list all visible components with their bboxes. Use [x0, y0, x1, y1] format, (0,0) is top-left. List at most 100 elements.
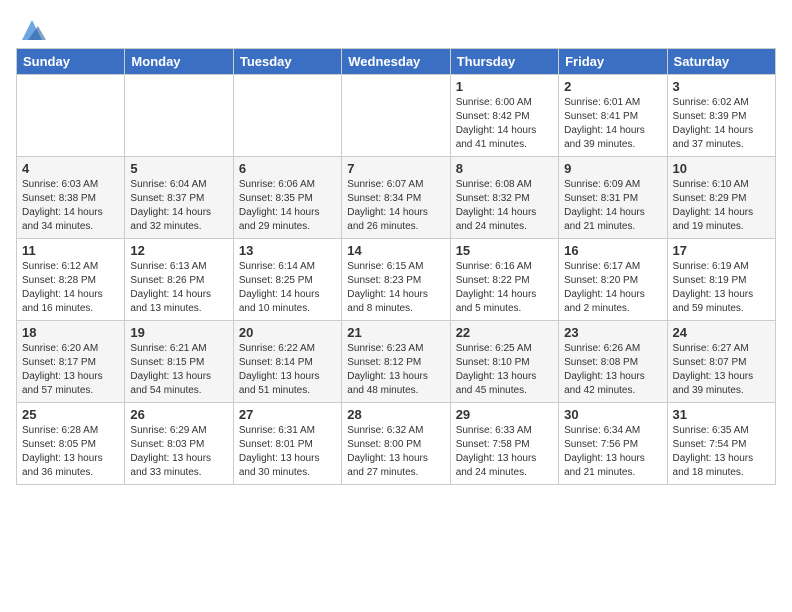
- day-info: Sunrise: 6:16 AM Sunset: 8:22 PM Dayligh…: [456, 260, 553, 316]
- day-number: 27: [239, 407, 336, 422]
- weekday-header: Tuesday: [233, 49, 341, 75]
- day-number: 23: [564, 325, 661, 340]
- calendar-cell: 6 Sunrise: 6:06 AM Sunset: 8:35 PM Daylig…: [233, 157, 341, 239]
- day-number: 12: [130, 243, 227, 258]
- weekday-header: Sunday: [17, 49, 125, 75]
- calendar-cell: 13 Sunrise: 6:14 AM Sunset: 8:25 PM Dayli…: [233, 239, 341, 321]
- day-info: Sunrise: 6:08 AM Sunset: 8:32 PM Dayligh…: [456, 178, 553, 234]
- calendar-cell: 28Sunrise: 6:32 AM Sunset: 8:00 PM Dayli…: [342, 403, 450, 485]
- day-info: Sunrise: 6:33 AM Sunset: 7:58 PM Dayligh…: [456, 424, 553, 480]
- day-info: Sunrise: 6:00 AM Sunset: 8:42 PM Dayligh…: [456, 96, 553, 152]
- day-info: Sunrise: 6:06 AM Sunset: 8:35 PM Dayligh…: [239, 178, 336, 234]
- day-number: 7: [347, 161, 444, 176]
- calendar-cell: 17Sunrise: 6:19 AM Sunset: 8:19 PM Dayli…: [667, 239, 775, 321]
- weekday-header: Wednesday: [342, 49, 450, 75]
- day-info: Sunrise: 6:10 AM Sunset: 8:29 PM Dayligh…: [673, 178, 770, 234]
- calendar-cell: 31 Sunrise: 6:35 AM Sunset: 7:54 PM Dayli…: [667, 403, 775, 485]
- logo: [16, 16, 46, 38]
- calendar-week-row: 11 Sunrise: 6:12 AM Sunset: 8:28 PM Dayli…: [17, 239, 776, 321]
- day-number: 28: [347, 407, 444, 422]
- calendar-cell: 10 Sunrise: 6:10 AM Sunset: 8:29 PM Dayli…: [667, 157, 775, 239]
- day-info: Sunrise: 6:12 AM Sunset: 8:28 PM Dayligh…: [22, 260, 119, 316]
- calendar-cell: [125, 75, 233, 157]
- calendar-cell: 12 Sunrise: 6:13 AM Sunset: 8:26 PM Dayli…: [125, 239, 233, 321]
- day-info: Sunrise: 6:35 AM Sunset: 7:54 PM Dayligh…: [673, 424, 770, 480]
- calendar-cell: [342, 75, 450, 157]
- day-number: 31: [673, 407, 770, 422]
- day-info: Sunrise: 6:29 AM Sunset: 8:03 PM Dayligh…: [130, 424, 227, 480]
- calendar-cell: 20 Sunrise: 6:22 AM Sunset: 8:14 PM Dayli…: [233, 321, 341, 403]
- day-number: 5: [130, 161, 227, 176]
- day-number: 11: [22, 243, 119, 258]
- calendar-cell: 11 Sunrise: 6:12 AM Sunset: 8:28 PM Dayli…: [17, 239, 125, 321]
- day-info: Sunrise: 6:25 AM Sunset: 8:10 PM Dayligh…: [456, 342, 553, 398]
- day-number: 13: [239, 243, 336, 258]
- day-info: Sunrise: 6:14 AM Sunset: 8:25 PM Dayligh…: [239, 260, 336, 316]
- day-number: 14: [347, 243, 444, 258]
- day-info: Sunrise: 6:22 AM Sunset: 8:14 PM Dayligh…: [239, 342, 336, 398]
- calendar-cell: 7 Sunrise: 6:07 AM Sunset: 8:34 PM Daylig…: [342, 157, 450, 239]
- day-info: Sunrise: 6:09 AM Sunset: 8:31 PM Dayligh…: [564, 178, 661, 234]
- day-info: Sunrise: 6:07 AM Sunset: 8:34 PM Dayligh…: [347, 178, 444, 234]
- day-number: 29: [456, 407, 553, 422]
- calendar-cell: [17, 75, 125, 157]
- calendar-cell: 16Sunrise: 6:17 AM Sunset: 8:20 PM Dayli…: [559, 239, 667, 321]
- calendar-cell: 25Sunrise: 6:28 AM Sunset: 8:05 PM Dayli…: [17, 403, 125, 485]
- day-info: Sunrise: 6:26 AM Sunset: 8:08 PM Dayligh…: [564, 342, 661, 398]
- calendar-cell: 5 Sunrise: 6:04 AM Sunset: 8:37 PM Daylig…: [125, 157, 233, 239]
- day-number: 19: [130, 325, 227, 340]
- day-number: 22: [456, 325, 553, 340]
- page-container: SundayMondayTuesdayWednesdayThursdayFrid…: [0, 0, 792, 612]
- calendar-cell: 23 Sunrise: 6:26 AM Sunset: 8:08 PM Dayli…: [559, 321, 667, 403]
- day-info: Sunrise: 6:21 AM Sunset: 8:15 PM Dayligh…: [130, 342, 227, 398]
- calendar-table: SundayMondayTuesdayWednesdayThursdayFrid…: [16, 48, 776, 485]
- day-info: Sunrise: 6:04 AM Sunset: 8:37 PM Dayligh…: [130, 178, 227, 234]
- day-number: 9: [564, 161, 661, 176]
- day-info: Sunrise: 6:31 AM Sunset: 8:01 PM Dayligh…: [239, 424, 336, 480]
- day-number: 4: [22, 161, 119, 176]
- calendar-cell: 15 Sunrise: 6:16 AM Sunset: 8:22 PM Dayli…: [450, 239, 558, 321]
- day-info: Sunrise: 6:13 AM Sunset: 8:26 PM Dayligh…: [130, 260, 227, 316]
- calendar-cell: 8Sunrise: 6:08 AM Sunset: 8:32 PM Daylig…: [450, 157, 558, 239]
- day-number: 10: [673, 161, 770, 176]
- calendar-cell: 19 Sunrise: 6:21 AM Sunset: 8:15 PM Dayli…: [125, 321, 233, 403]
- day-info: Sunrise: 6:28 AM Sunset: 8:05 PM Dayligh…: [22, 424, 119, 480]
- header: [16, 16, 776, 38]
- day-number: 3: [673, 79, 770, 94]
- day-number: 26: [130, 407, 227, 422]
- day-number: 2: [564, 79, 661, 94]
- calendar-cell: 30Sunrise: 6:34 AM Sunset: 7:56 PM Dayli…: [559, 403, 667, 485]
- day-info: Sunrise: 6:20 AM Sunset: 8:17 PM Dayligh…: [22, 342, 119, 398]
- day-number: 16: [564, 243, 661, 258]
- day-info: Sunrise: 6:23 AM Sunset: 8:12 PM Dayligh…: [347, 342, 444, 398]
- calendar-cell: 21 Sunrise: 6:23 AM Sunset: 8:12 PM Dayli…: [342, 321, 450, 403]
- day-number: 1: [456, 79, 553, 94]
- day-info: Sunrise: 6:02 AM Sunset: 8:39 PM Dayligh…: [673, 96, 770, 152]
- day-number: 30: [564, 407, 661, 422]
- weekday-header: Thursday: [450, 49, 558, 75]
- calendar-cell: 26 Sunrise: 6:29 AM Sunset: 8:03 PM Dayli…: [125, 403, 233, 485]
- calendar-cell: 9 Sunrise: 6:09 AM Sunset: 8:31 PM Daylig…: [559, 157, 667, 239]
- weekday-header: Friday: [559, 49, 667, 75]
- day-number: 15: [456, 243, 553, 258]
- calendar-week-row: 18 Sunrise: 6:20 AM Sunset: 8:17 PM Dayli…: [17, 321, 776, 403]
- calendar-cell: 24Sunrise: 6:27 AM Sunset: 8:07 PM Dayli…: [667, 321, 775, 403]
- calendar-week-row: 4 Sunrise: 6:03 AM Sunset: 8:38 PM Daylig…: [17, 157, 776, 239]
- day-info: Sunrise: 6:15 AM Sunset: 8:23 PM Dayligh…: [347, 260, 444, 316]
- calendar-week-row: 25Sunrise: 6:28 AM Sunset: 8:05 PM Dayli…: [17, 403, 776, 485]
- calendar-header-row: SundayMondayTuesdayWednesdayThursdayFrid…: [17, 49, 776, 75]
- day-number: 18: [22, 325, 119, 340]
- day-number: 20: [239, 325, 336, 340]
- weekday-header: Saturday: [667, 49, 775, 75]
- day-number: 24: [673, 325, 770, 340]
- day-info: Sunrise: 6:03 AM Sunset: 8:38 PM Dayligh…: [22, 178, 119, 234]
- calendar-cell: 2Sunrise: 6:01 AM Sunset: 8:41 PM Daylig…: [559, 75, 667, 157]
- calendar-cell: 4 Sunrise: 6:03 AM Sunset: 8:38 PM Daylig…: [17, 157, 125, 239]
- calendar-cell: 18 Sunrise: 6:20 AM Sunset: 8:17 PM Dayli…: [17, 321, 125, 403]
- calendar-cell: 27 Sunrise: 6:31 AM Sunset: 8:01 PM Dayli…: [233, 403, 341, 485]
- day-number: 6: [239, 161, 336, 176]
- logo-icon: [18, 16, 46, 44]
- day-number: 21: [347, 325, 444, 340]
- calendar-cell: 3 Sunrise: 6:02 AM Sunset: 8:39 PM Daylig…: [667, 75, 775, 157]
- calendar-cell: 22 Sunrise: 6:25 AM Sunset: 8:10 PM Dayli…: [450, 321, 558, 403]
